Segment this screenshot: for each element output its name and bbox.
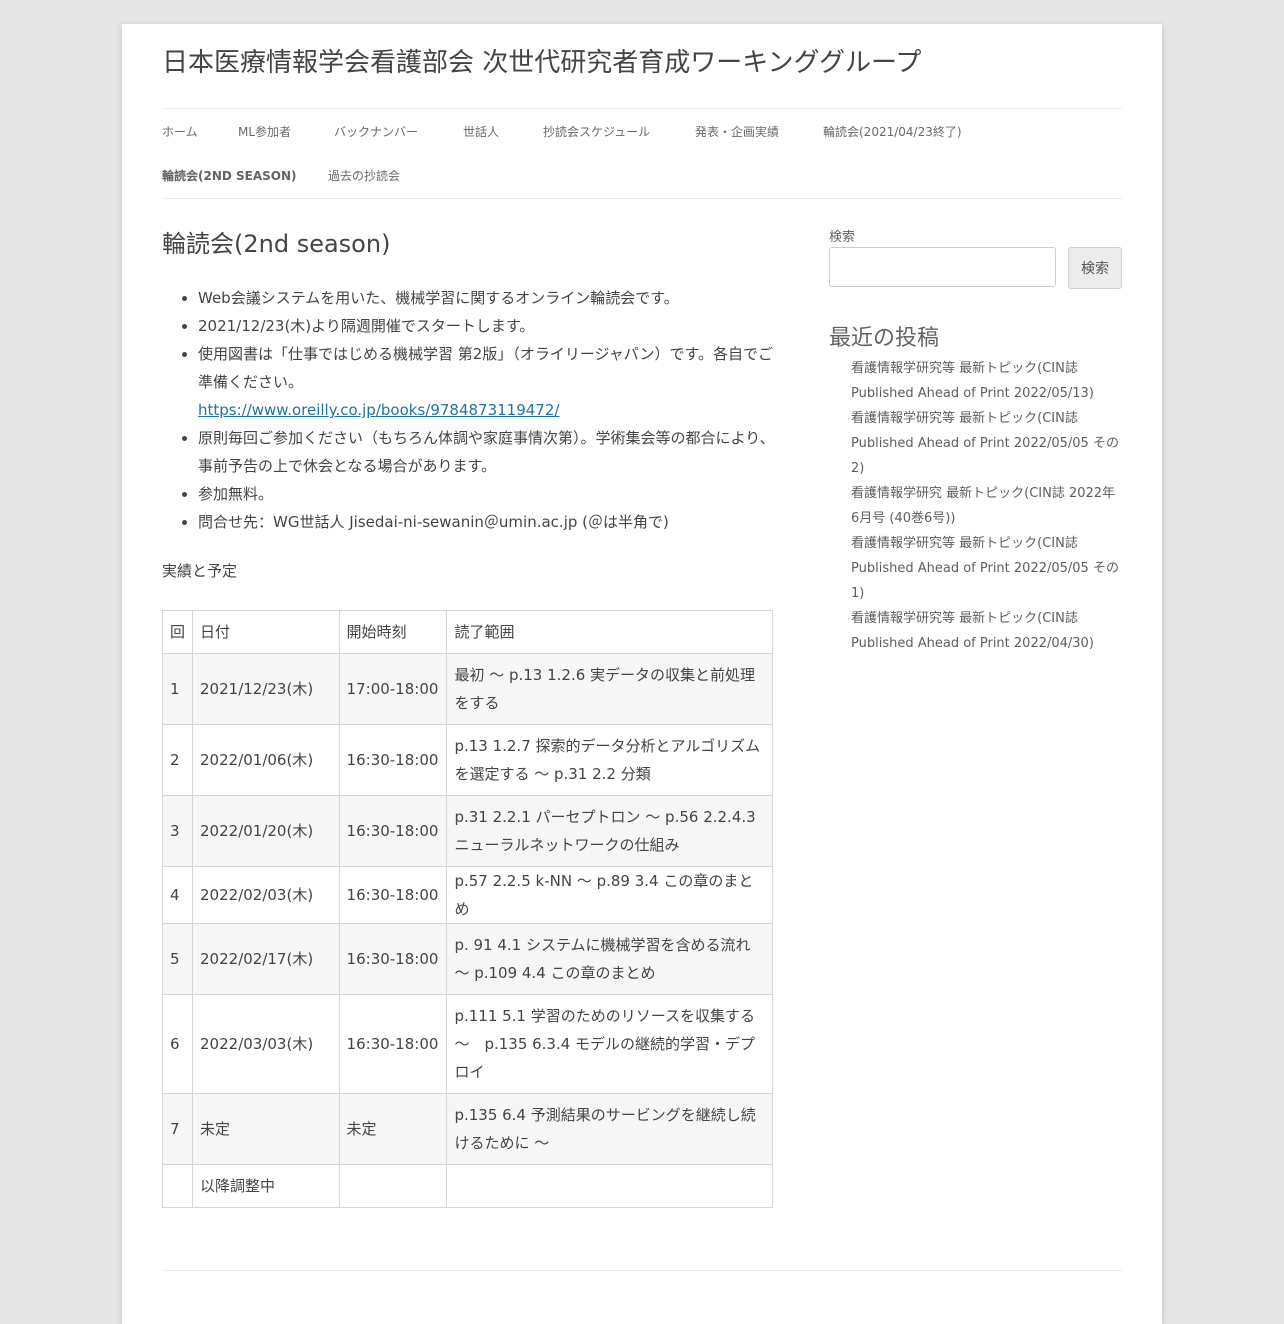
cell-range: p.31 2.2.1 パーセプトロン ～ p.56 2.2.4.3 ニューラルネ… bbox=[446, 795, 773, 867]
table-row: 2 2022/01/06(木) 16:30-18:00 p.13 1.2.7 探… bbox=[161, 724, 773, 796]
cell-range: 最初 ～ p.13 1.2.6 実データの収集と前処理をする bbox=[446, 653, 773, 725]
table-row: 6 2022/03/03(木) 16:30-18:00 p.111 5.1 学習… bbox=[161, 994, 773, 1094]
cell-no: 7 bbox=[161, 1093, 194, 1165]
recent-posts-list: 看護情報学研究等 最新トピック(CIN誌 Published Ahead of … bbox=[851, 356, 1123, 656]
table-row: 4 2022/02/03(木) 16:30-18:00 p.57 2.2.5 k… bbox=[161, 866, 773, 924]
cell-date: 2022/01/06(木) bbox=[192, 724, 340, 796]
schedule-label: 実績と予定 bbox=[162, 562, 238, 580]
table-row: 5 2022/02/17(木) 16:30-18:00 p. 91 4.1 シス… bbox=[161, 923, 773, 995]
cell-no: 1 bbox=[161, 653, 194, 725]
cell-time bbox=[338, 1164, 448, 1208]
cell-no: 4 bbox=[161, 866, 194, 924]
cell-time: 16:30-18:00 bbox=[338, 923, 448, 995]
info-list: Web会議システムを用いた、機械学習に関するオンライン輪読会です。 2021/1… bbox=[162, 284, 788, 536]
search-button[interactable]: 検索 bbox=[1068, 247, 1122, 289]
book-description: 使用図書は「仕事ではじめる機械学習 第2版」（オライリージャパン）です。各自でご… bbox=[198, 345, 774, 391]
cell-no: 2 bbox=[161, 724, 194, 796]
cell-time: 16:30-18:00 bbox=[338, 795, 448, 867]
cell-date: 以降調整中 bbox=[192, 1164, 340, 1208]
cell-date: 2022/01/20(木) bbox=[192, 795, 340, 867]
list-item: 2021/12/23(木)より隔週開催でスタートします。 bbox=[198, 312, 788, 340]
nav-item-ml-members[interactable]: ML参加者 bbox=[238, 123, 291, 140]
recent-posts-title: 最近の投稿 bbox=[829, 326, 940, 351]
cell-range: p.57 2.2.5 k-NN ～ p.89 3.4 この章のまとめ bbox=[446, 866, 773, 924]
list-item: 使用図書は「仕事ではじめる機械学習 第2版」（オライリージャパン）です。各自でご… bbox=[198, 340, 788, 424]
site-title[interactable]: 日本医療情報学会看護部会 次世代研究者育成ワーキンググループ bbox=[162, 42, 921, 79]
cell-range: p. 91 4.1 システムに機械学習を含める流れ ～ p.109 4.4 この… bbox=[446, 923, 773, 995]
cell-date: 2022/02/17(木) bbox=[192, 923, 340, 995]
recent-post-link[interactable]: 看護情報学研究 最新トピック(CIN誌 2022年6月号 (40巻6号)) bbox=[851, 481, 1123, 531]
cell-no: 3 bbox=[161, 795, 194, 867]
recent-post-link[interactable]: 看護情報学研究等 最新トピック(CIN誌 Published Ahead of … bbox=[851, 356, 1123, 406]
table-row: 以降調整中 bbox=[161, 1164, 773, 1208]
cell-time: 16:30-18:00 bbox=[338, 866, 448, 924]
nav-item-backnumber[interactable]: バックナンバー bbox=[334, 123, 418, 140]
nav-item-presentations[interactable]: 発表・企画実績 bbox=[695, 123, 779, 140]
list-item: 問合せ先：WG世話人 Jisedai-ni-sewanin＠umin.ac.jp… bbox=[198, 508, 788, 536]
nav-item-journal-club-schedule[interactable]: 抄読会スケジュール bbox=[543, 123, 650, 140]
cell-range: p.135 6.4 予測結果のサービングを継続し続けるために ～ bbox=[446, 1093, 773, 1165]
cell-time: 未定 bbox=[338, 1093, 448, 1165]
nav-item-past-journal-clubs[interactable]: 過去の抄読会 bbox=[328, 167, 400, 184]
nav-item-reading-group-1st[interactable]: 輪読会(2021/04/23終了) bbox=[823, 123, 962, 140]
main-navigation: ホーム ML参加者 バックナンバー 世話人 抄読会スケジュール 発表・企画実績 … bbox=[162, 108, 1122, 199]
cell-range: p.111 5.1 学習のためのリソースを収集する ～ p.135 6.3.4 … bbox=[446, 994, 773, 1094]
list-item: Web会議システムを用いた、機械学習に関するオンライン輪読会です。 bbox=[198, 284, 788, 312]
recent-post-link[interactable]: 看護情報学研究等 最新トピック(CIN誌 Published Ahead of … bbox=[851, 606, 1123, 656]
cell-no: 5 bbox=[161, 923, 194, 995]
cell-range: p.13 1.2.7 探索的データ分析とアルゴリズムを選定する ～ p.31 2… bbox=[446, 724, 773, 796]
book-link[interactable]: https://www.oreilly.co.jp/books/97848731… bbox=[198, 401, 559, 419]
cell-no: 6 bbox=[161, 994, 194, 1094]
page-container: 日本医療情報学会看護部会 次世代研究者育成ワーキンググループ ホーム ML参加者… bbox=[122, 24, 1162, 1324]
header-date: 日付 bbox=[192, 610, 340, 654]
cell-time: 16:30-18:00 bbox=[338, 994, 448, 1094]
cell-date: 2022/03/03(木) bbox=[192, 994, 340, 1094]
cell-no bbox=[161, 1164, 194, 1208]
nav-item-organizers[interactable]: 世話人 bbox=[463, 123, 499, 140]
cell-time: 17:00-18:00 bbox=[338, 653, 448, 725]
cell-date: 2022/02/03(木) bbox=[192, 866, 340, 924]
search-label: 検索 bbox=[829, 230, 856, 245]
header-no: 回 bbox=[161, 610, 194, 654]
search-input[interactable] bbox=[829, 247, 1056, 287]
header-time: 開始時刻 bbox=[338, 610, 448, 654]
cell-time: 16:30-18:00 bbox=[338, 724, 448, 796]
table-row: 3 2022/01/20(木) 16:30-18:00 p.31 2.2.1 パ… bbox=[161, 795, 773, 867]
nav-item-reading-group-2nd[interactable]: 輪読会(2ND SEASON) bbox=[162, 167, 297, 184]
header-range: 読了範囲 bbox=[446, 610, 773, 654]
recent-post-link[interactable]: 看護情報学研究等 最新トピック(CIN誌 Published Ahead of … bbox=[851, 531, 1123, 606]
list-item: 参加無料。 bbox=[198, 480, 788, 508]
cell-range bbox=[446, 1164, 773, 1208]
cell-date: 未定 bbox=[192, 1093, 340, 1165]
table-row: 7 未定 未定 p.135 6.4 予測結果のサービングを継続し続けるために ～ bbox=[161, 1093, 773, 1165]
table-header-row: 回 日付 開始時刻 読了範囲 bbox=[161, 610, 773, 654]
list-item: 原則毎回ご参加ください（もちろん体調や家庭事情次第）。学術集会等の都合により、事… bbox=[198, 424, 788, 480]
schedule-table: 回 日付 開始時刻 読了範囲 1 2021/12/23(木) 17:00-18:… bbox=[161, 610, 773, 1208]
cell-date: 2021/12/23(木) bbox=[192, 653, 340, 725]
entry-title: 輪読会(2nd season) bbox=[162, 230, 391, 258]
nav-item-home[interactable]: ホーム bbox=[162, 123, 198, 140]
table-row: 1 2021/12/23(木) 17:00-18:00 最初 ～ p.13 1.… bbox=[161, 653, 773, 725]
recent-post-link[interactable]: 看護情報学研究等 最新トピック(CIN誌 Published Ahead of … bbox=[851, 406, 1123, 481]
footer-divider bbox=[162, 1270, 1122, 1271]
